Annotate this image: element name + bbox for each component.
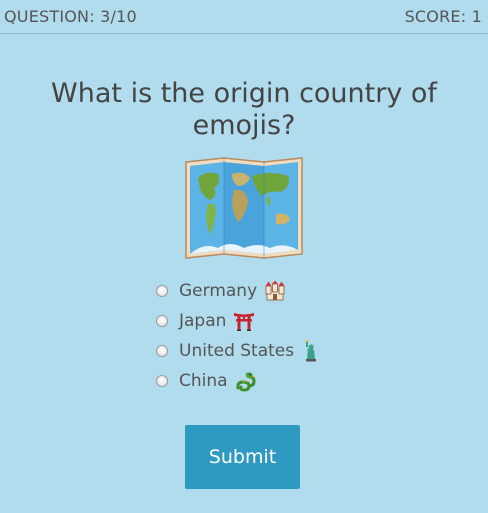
option-label: Germany [179,281,258,301]
torii-gate-icon [233,310,255,332]
castle-icon [264,280,286,302]
dragon-icon [235,370,257,392]
top-bar: QUESTION: 3/10 SCORE: 1 [0,0,488,34]
world-map-icon [184,156,304,260]
question-text: What is the origin country of emojis? [51,78,437,141]
option-label: China [179,371,228,391]
option-china[interactable]: China [156,366,323,396]
score: SCORE: 1 [405,7,482,26]
statue-of-liberty-icon [301,340,323,362]
question-progress: QUESTION: 3/10 [4,7,137,26]
option-label: United States [179,341,295,361]
radio-united-states[interactable] [156,345,168,357]
radio-japan[interactable] [156,315,168,327]
radio-germany[interactable] [156,285,168,297]
score-label: SCORE: [404,7,467,26]
option-japan[interactable]: Japan [156,306,323,336]
submit-button[interactable]: Submit [185,425,300,489]
option-germany[interactable]: Germany [156,276,323,306]
score-value: 1 [471,7,482,26]
radio-china[interactable] [156,375,168,387]
answer-options: Germany Japan United States China [156,276,323,396]
option-united-states[interactable]: United States [156,336,323,366]
option-label: Japan [179,311,227,331]
